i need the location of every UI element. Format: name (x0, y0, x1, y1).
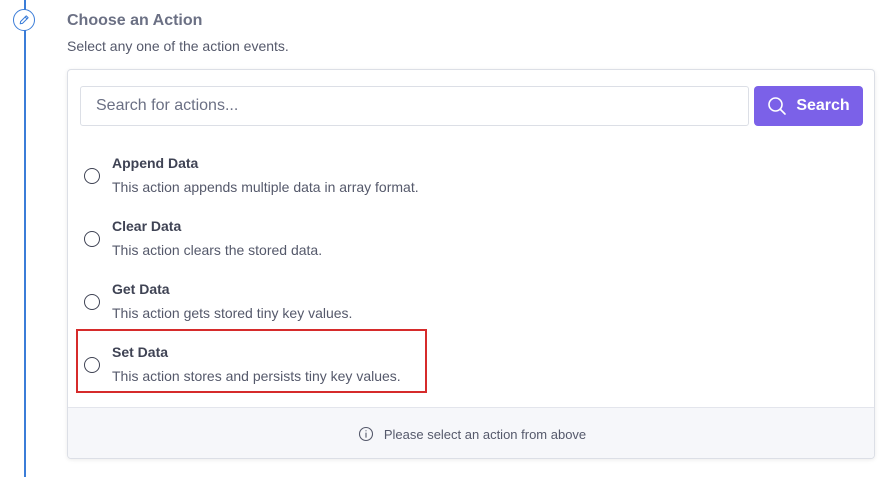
action-option-append-data[interactable]: Append Data This action appends multiple… (76, 151, 426, 211)
action-option-get-data[interactable]: Get Data This action gets stored tiny ke… (76, 277, 426, 337)
action-description: This action stores and persists tiny key… (112, 368, 401, 384)
radio-button[interactable] (84, 357, 100, 373)
step-title: Choose an Action (67, 12, 203, 29)
action-description: This action appends multiple data in arr… (112, 179, 419, 195)
timeline-line (24, 0, 26, 477)
footer-message: Please select an action from above (383, 426, 587, 442)
search-input[interactable] (80, 86, 749, 126)
action-description: This action gets stored tiny key values. (112, 305, 353, 321)
action-option-set-data[interactable]: Set Data This action stores and persists… (76, 340, 426, 400)
radio-button[interactable] (84, 168, 100, 184)
step-subtitle: Select any one of the action events. (67, 38, 289, 54)
search-button-label: Search (796, 97, 850, 114)
action-option-clear-data[interactable]: Clear Data This action clears the stored… (76, 214, 426, 274)
action-description: This action clears the stored data. (112, 242, 323, 258)
action-title: Get Data (112, 281, 170, 297)
search-icon (768, 97, 787, 115)
search-button[interactable]: Search (754, 86, 863, 126)
pencil-icon (13, 9, 35, 31)
panel-footer: Please select an action from above (68, 407, 874, 458)
radio-button[interactable] (84, 231, 100, 247)
action-title: Set Data (112, 344, 169, 360)
action-title: Clear Data (112, 218, 182, 234)
action-title: Append Data (112, 155, 199, 171)
actions-panel: Search Append Data This action appends m… (67, 69, 875, 459)
radio-button[interactable] (84, 294, 100, 310)
info-icon (358, 426, 373, 442)
action-step-container: Choose an Action Select any one of the a… (0, 0, 888, 477)
